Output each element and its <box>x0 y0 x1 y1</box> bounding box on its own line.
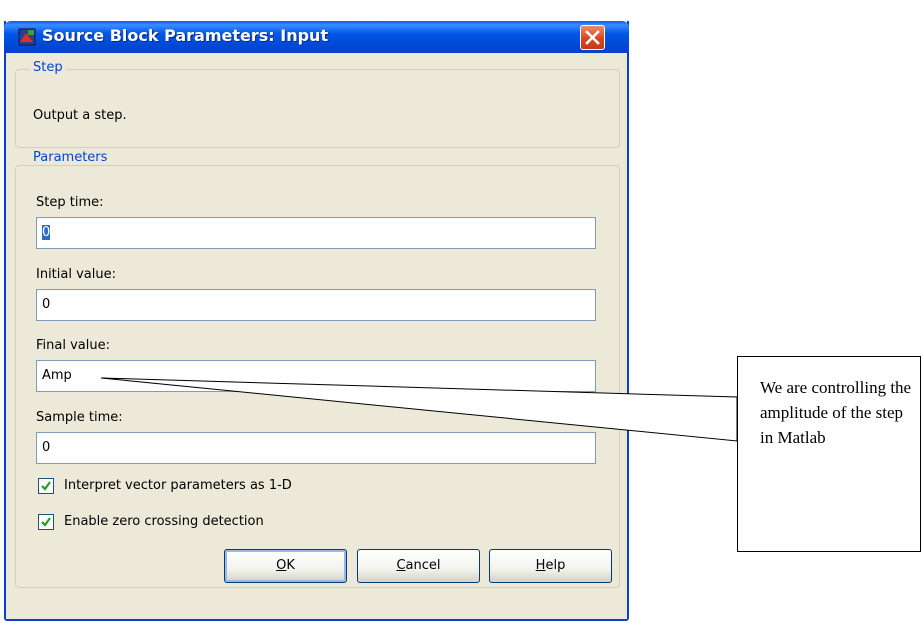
annotation-callout: We are controlling the amplitude of the … <box>737 356 921 552</box>
annotation-text: We are controlling the amplitude of the … <box>760 378 912 447</box>
